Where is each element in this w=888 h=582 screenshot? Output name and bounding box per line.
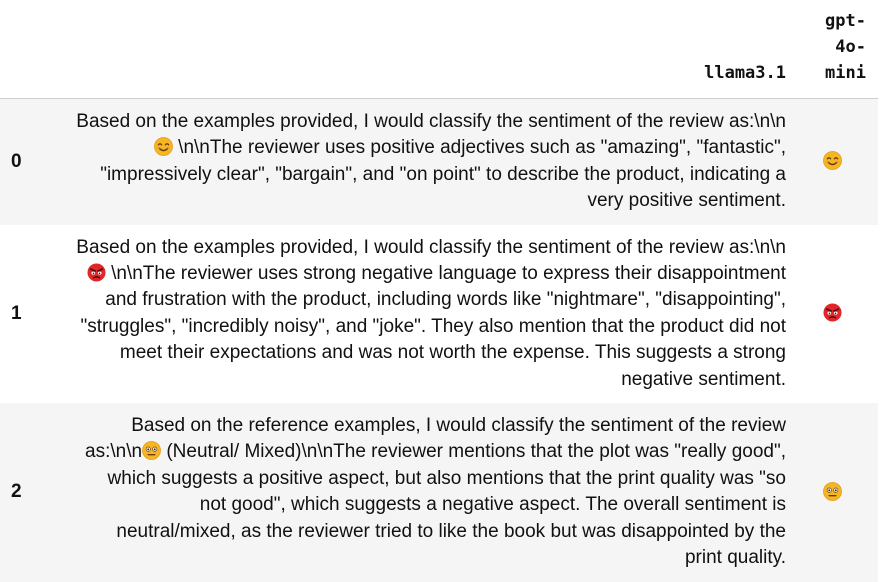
dataframe-table: llama3.1 gpt- 4o- mini 0 Based on the ex… <box>0 0 878 582</box>
index-header <box>0 0 36 99</box>
table-row: 0 Based on the examples provided, I woul… <box>0 98 878 225</box>
table-header: llama3.1 gpt- 4o- mini <box>0 0 878 99</box>
smiling-face-icon <box>154 137 173 157</box>
angry-face-icon <box>87 263 106 282</box>
llama-text-before: Based on the examples provided, I would … <box>76 111 786 132</box>
row-index: 0 <box>11 150 22 172</box>
llama-text-after: (Neutral/ Mixed)\n\nThe reviewer mention… <box>107 441 786 569</box>
column-header-gpt-line-1: gpt- <box>825 11 866 31</box>
neutral-face-icon <box>142 441 161 461</box>
llama-cell: Based on the examples provided, I would … <box>36 99 798 225</box>
gpt-cell <box>798 99 878 225</box>
table-row: 2 Based on the reference examples, I wou… <box>0 403 878 582</box>
gpt-cell <box>798 403 878 581</box>
llama-text-before: Based on the examples provided, I would … <box>76 236 786 258</box>
column-header-gpt: gpt- 4o- mini <box>798 0 878 99</box>
llama-text-after: \n\nThe reviewer uses strong negative la… <box>80 263 786 390</box>
column-header-gpt-line-3: mini <box>825 63 866 83</box>
llama-text-after: \n\nThe reviewer uses positive adjective… <box>100 137 786 212</box>
neutral-face-icon <box>822 481 842 501</box>
row-index: 2 <box>11 481 22 503</box>
column-header-llama-label: llama3.1 <box>704 63 786 83</box>
llama-cell: Based on the examples provided, I would … <box>36 225 798 403</box>
column-header-gpt-line-2: 4o- <box>835 37 866 57</box>
row-index: 1 <box>11 302 22 324</box>
header-row: llama3.1 gpt- 4o- mini <box>0 0 878 99</box>
angry-face-icon <box>822 303 842 322</box>
table-body: 0 Based on the examples provided, I woul… <box>0 98 878 582</box>
column-header-llama: llama3.1 <box>36 0 798 99</box>
gpt-cell <box>798 225 878 403</box>
table-row: 1 Based on the examples provided, I woul… <box>0 224 878 404</box>
llama-cell: Based on the reference examples, I would… <box>36 403 798 581</box>
smiling-face-icon <box>822 151 842 171</box>
